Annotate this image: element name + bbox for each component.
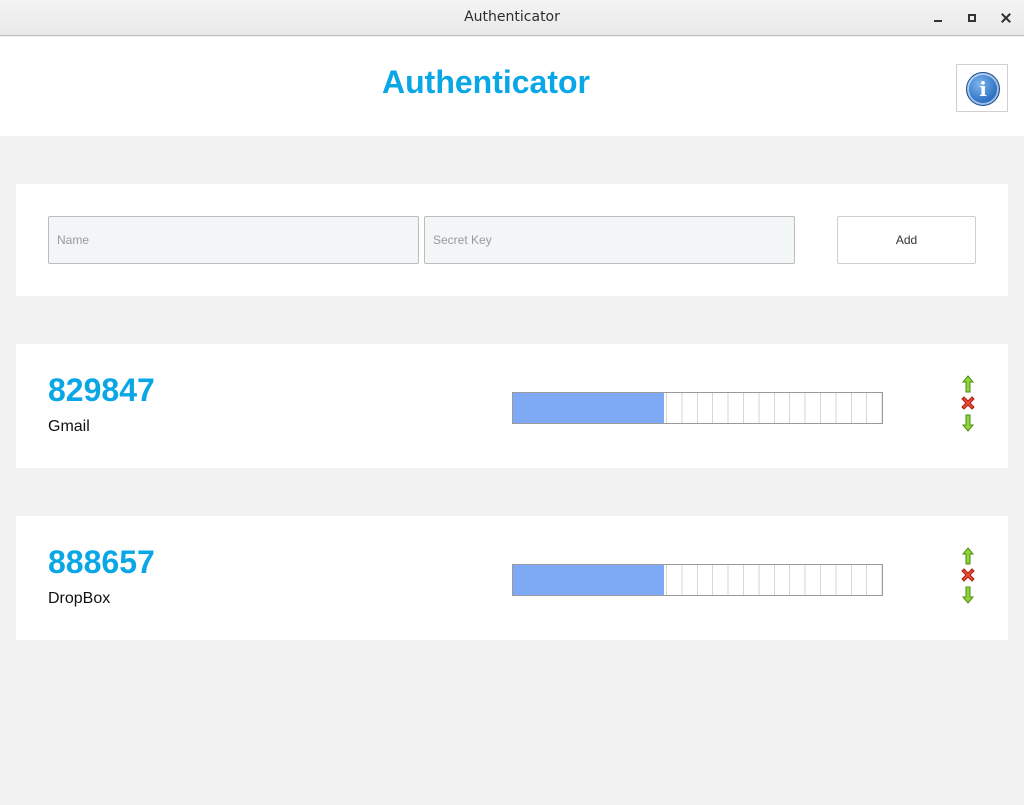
otp-code: 829847 — [48, 372, 155, 408]
app-header: Authenticator i — [0, 37, 1024, 136]
move-down-icon[interactable] — [958, 585, 978, 605]
window-title: Authenticator — [464, 9, 560, 25]
account-card: 888657 DropBox — [16, 516, 1008, 640]
secret-key-input[interactable] — [424, 216, 795, 264]
otp-code: 888657 — [48, 544, 155, 580]
delete-icon[interactable] — [958, 565, 978, 585]
add-account-panel: Add — [16, 184, 1008, 296]
window-titlebar: Authenticator — [0, 0, 1024, 36]
delete-icon[interactable] — [958, 393, 978, 413]
name-input[interactable] — [48, 216, 419, 264]
time-remaining-fill — [513, 565, 665, 595]
info-button[interactable]: i — [956, 64, 1008, 112]
app-title: Authenticator — [382, 64, 590, 100]
move-up-icon[interactable] — [958, 546, 978, 566]
move-up-icon[interactable] — [958, 374, 978, 394]
account-card: 829847 Gmail — [16, 344, 1008, 468]
time-remaining-fill — [513, 393, 665, 423]
move-down-icon[interactable] — [958, 413, 978, 433]
account-actions — [958, 374, 978, 436]
time-remaining-bar — [512, 564, 883, 596]
close-window-button[interactable] — [996, 8, 1016, 28]
time-remaining-bar — [512, 392, 883, 424]
account-actions — [958, 546, 978, 608]
account-name: DropBox — [48, 590, 111, 607]
info-icon: i — [966, 72, 1000, 106]
maximize-button[interactable] — [962, 8, 982, 28]
add-button[interactable]: Add — [837, 216, 976, 264]
minimize-button[interactable] — [928, 8, 948, 28]
account-name: Gmail — [48, 418, 90, 435]
